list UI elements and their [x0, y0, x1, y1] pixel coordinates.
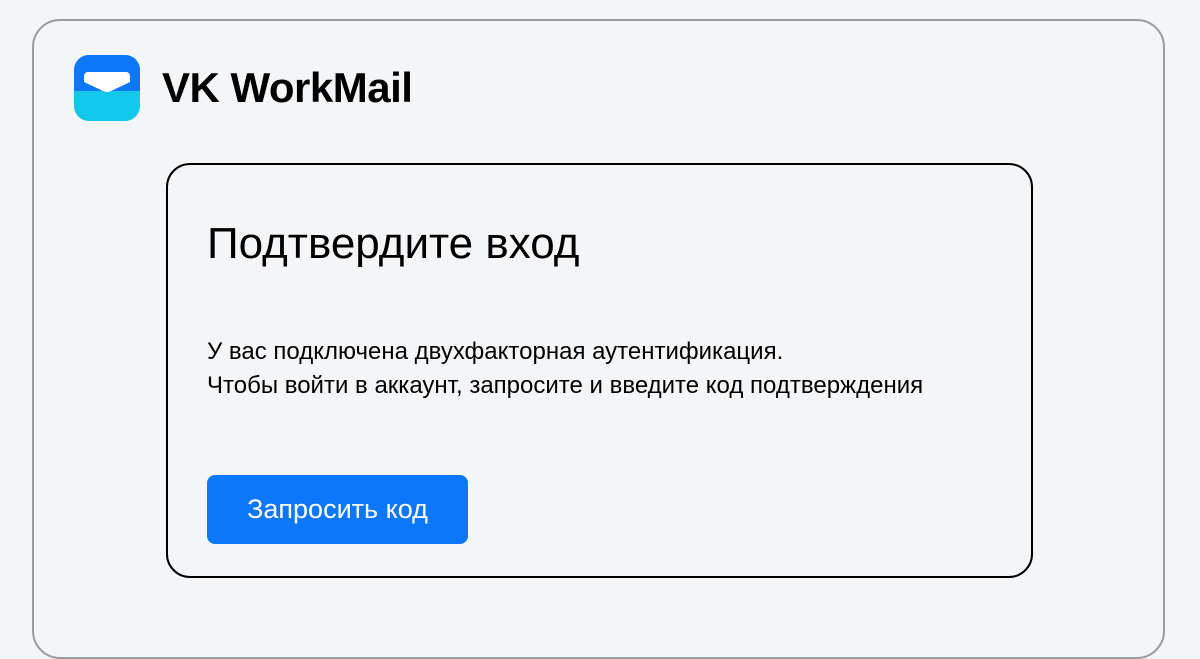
brand-name: VK WorkMail	[162, 64, 413, 111]
description-line: Чтобы войти в аккаунт, запросите и введи…	[207, 372, 924, 399]
description-text: У вас подключена двухфакторная аутентифи…	[207, 335, 923, 403]
brand-header: VK WorkMail	[74, 55, 413, 121]
envelope-icon	[74, 55, 140, 121]
page-title: Подтвердите вход	[207, 219, 580, 268]
description-line: У вас подключена двухфакторная аутентифи…	[207, 338, 784, 365]
confirm-login-card: Подтвердите вход У вас подключена двухфа…	[166, 163, 1033, 578]
request-code-button[interactable]: Запросить код	[207, 475, 468, 544]
